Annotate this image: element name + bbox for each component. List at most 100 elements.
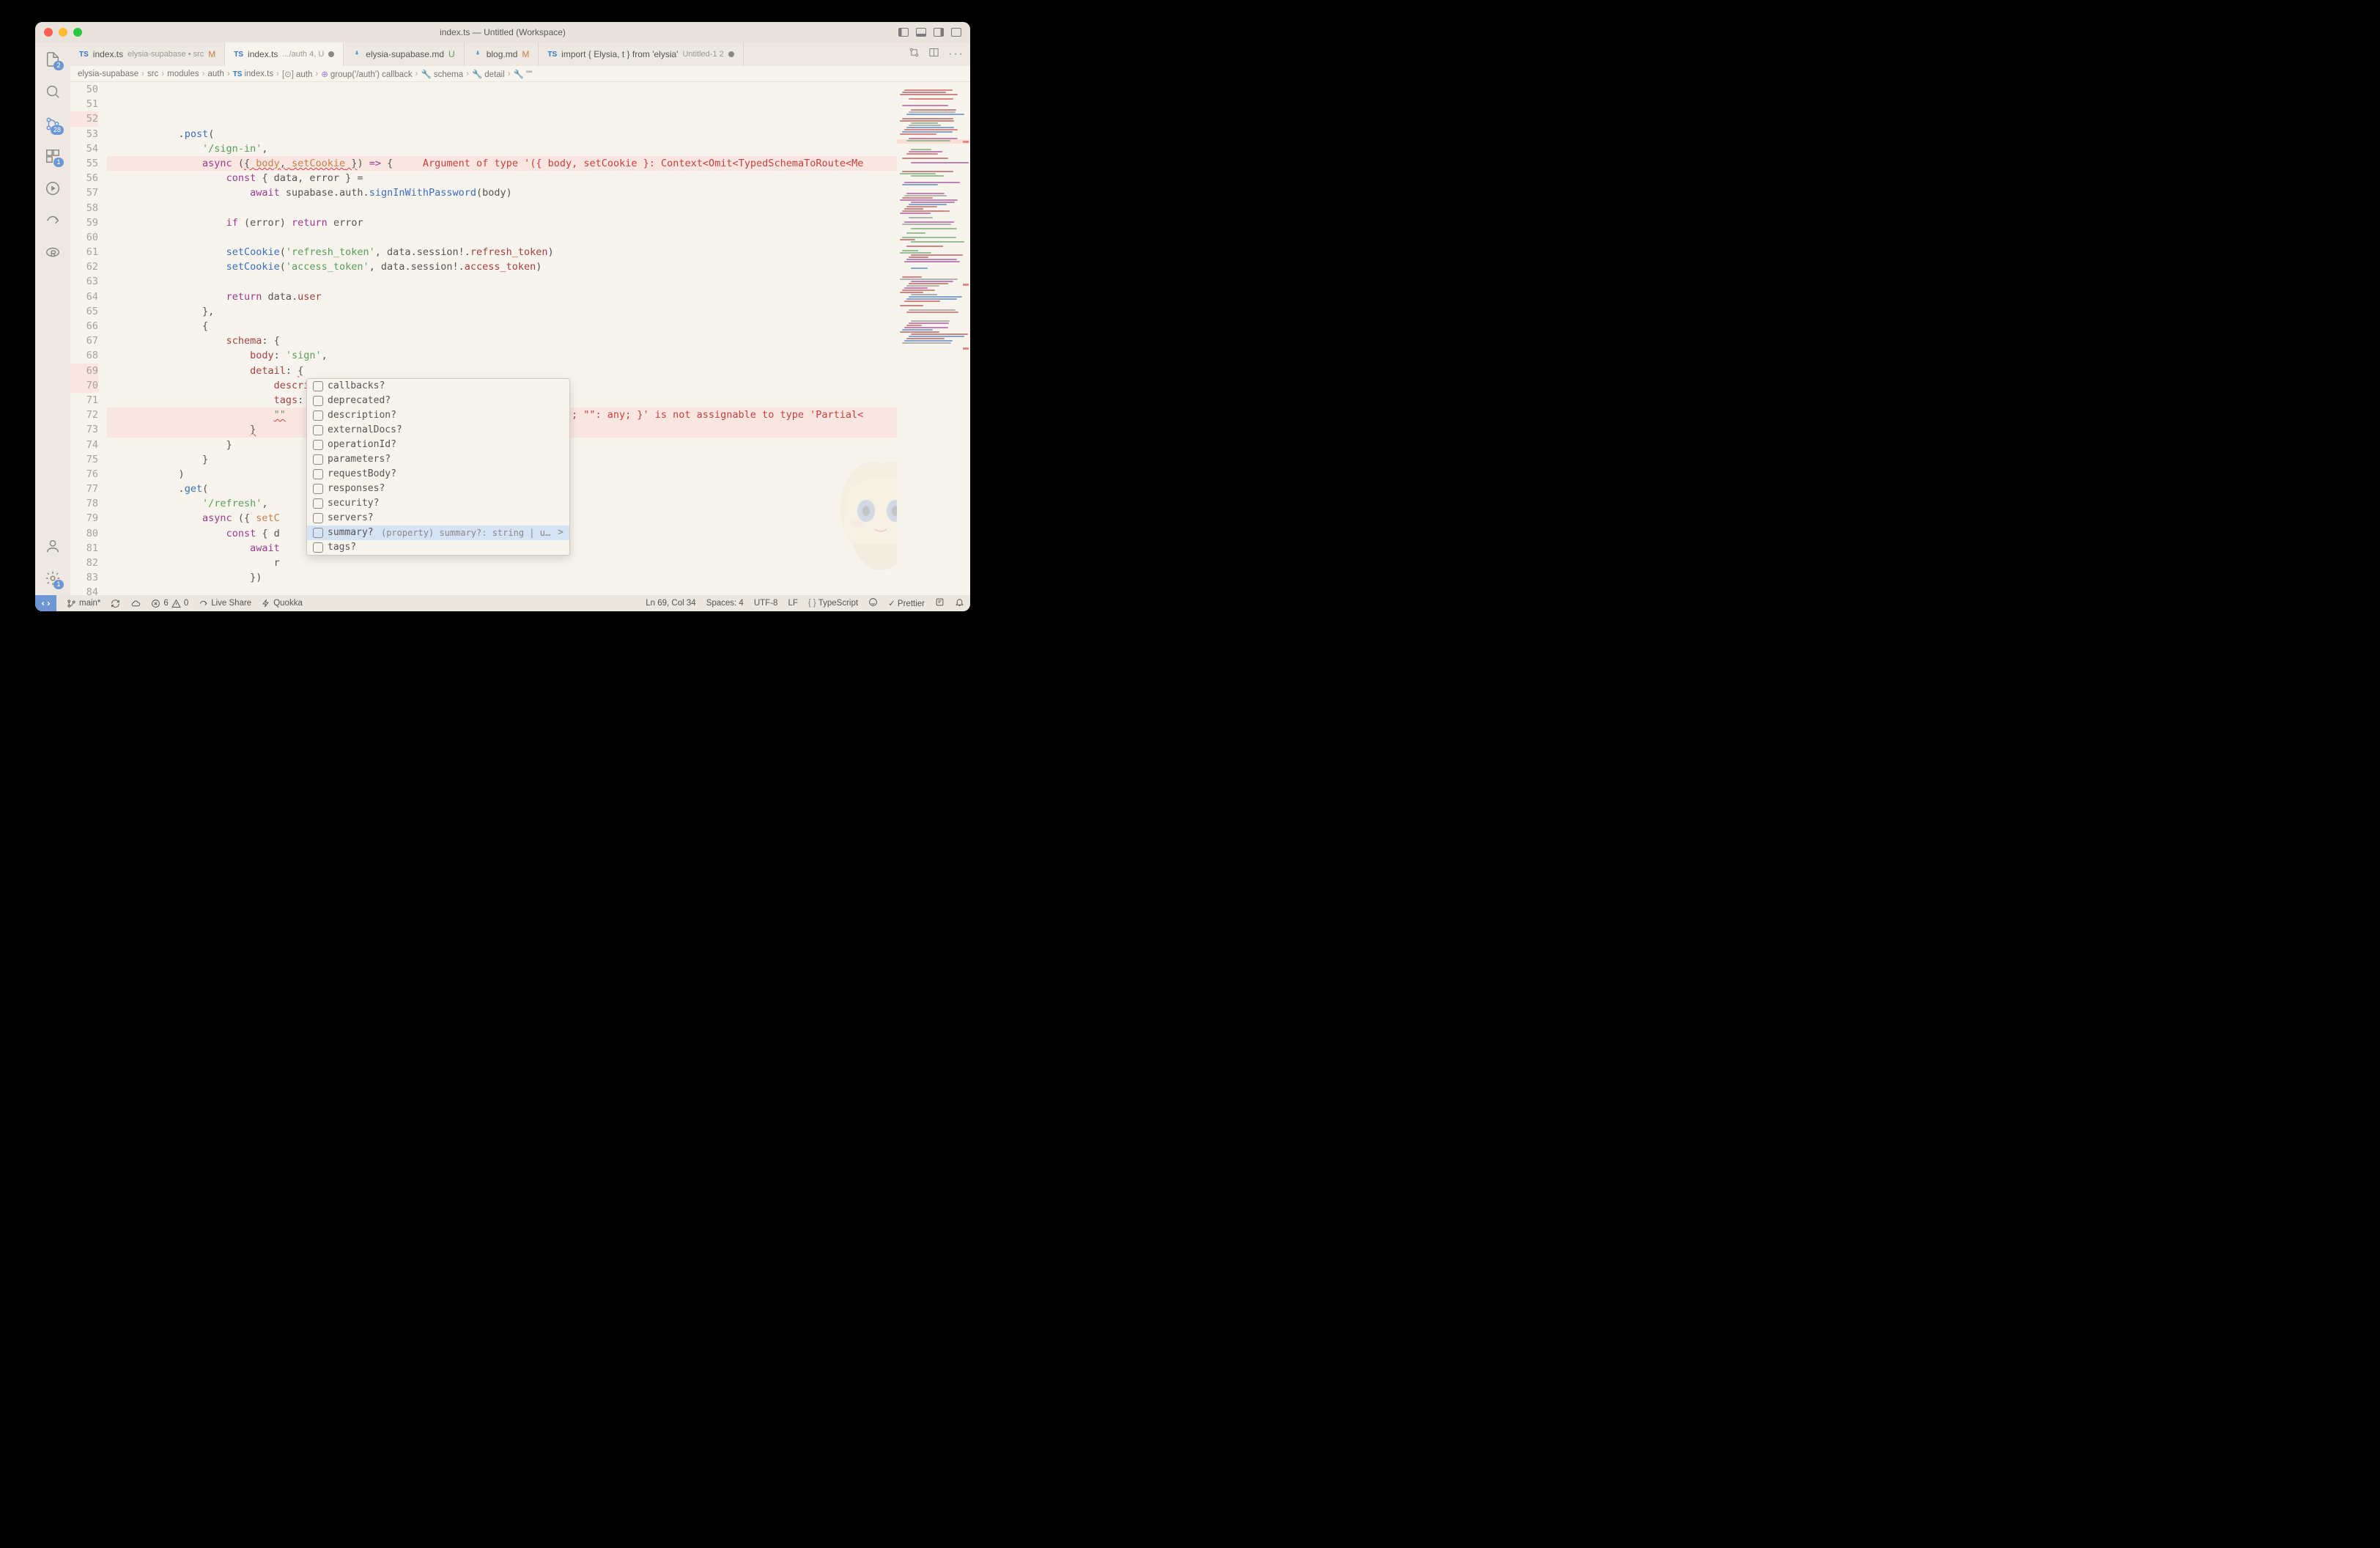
overview-ruler[interactable] [961,82,970,595]
editor-tab[interactable]: TSimport { Elysia, t } from 'elysia'Unti… [539,43,743,66]
language-mode[interactable]: { } TypeScript [808,599,858,608]
markdown-icon [352,49,361,60]
more-actions-icon[interactable]: ··· [948,48,964,61]
close-window-button[interactable] [44,28,53,37]
r-icon[interactable] [43,243,62,262]
extensions-icon[interactable]: 1 [43,147,62,166]
feedback-icon[interactable] [868,597,878,609]
eol[interactable]: LF [788,599,797,608]
breadcrumb-item[interactable]: auth [207,70,223,78]
autocomplete-item[interactable]: requestBody? [307,467,569,482]
autocomplete-item[interactable]: operationId? [307,438,569,452]
autocomplete-item[interactable]: deprecated? [307,394,569,408]
chevron-right-icon[interactable]: > [558,526,563,540]
editor-tab[interactable]: blog.mdM [465,43,539,66]
code-line[interactable]: }, [107,304,897,319]
settings-badge: 1 [53,580,64,589]
explorer-icon[interactable]: 2 [43,50,62,69]
toggle-panel-icon[interactable] [916,28,926,37]
code-line[interactable] [107,274,897,289]
breadcrumbs[interactable]: elysia-supabase›src›modules›auth›TSindex… [70,66,970,82]
toggle-primary-sidebar-icon[interactable] [898,28,909,37]
code-line[interactable]: setCookie('access_token', data.session!.… [107,259,897,274]
source-control-icon[interactable]: 28 [43,114,62,133]
code-line[interactable]: .post( [107,127,897,141]
code-line[interactable]: { [107,319,897,333]
autocomplete-label: operationId? [328,438,396,452]
breadcrumb-item[interactable]: elysia-supabase [78,70,138,78]
code-line[interactable]: async ({ body, setCookie }) => { Argumen… [107,156,897,171]
code-line[interactable]: setCookie('refresh_token', data.session!… [107,245,897,259]
autocomplete-item[interactable]: tags? [307,540,569,555]
run-debug-icon[interactable] [43,179,62,198]
code-line[interactable]: if (error) return error [107,215,897,230]
code-content[interactable]: .post( '/sign-in', async ({ body, setCoo… [107,82,897,595]
code-line[interactable]: await supabase.auth.signInWithPassword(b… [107,185,897,200]
compare-changes-icon[interactable] [909,47,920,62]
code-line[interactable]: r [107,556,897,570]
sync-button[interactable] [111,599,120,608]
remote-indicator[interactable] [35,595,56,611]
breadcrumb-item[interactable]: modules [167,70,199,78]
property-icon [313,484,323,494]
editor[interactable]: 5051525354555657585960616263646566676869… [70,82,970,595]
autocomplete-item[interactable]: parameters? [307,452,569,467]
minimap[interactable] [897,82,970,595]
code-line[interactable] [107,585,897,595]
tab-modified-indicator: U [448,49,455,59]
tab-description: .../auth 4, U [282,50,324,59]
breadcrumb-item[interactable]: [⊙]auth [282,69,312,79]
autocomplete-item[interactable]: description? [307,408,569,423]
code-line[interactable]: return data.user [107,290,897,304]
share-icon[interactable] [43,211,62,230]
encoding[interactable]: UTF-8 [754,599,778,608]
autocomplete-popup[interactable]: callbacks?deprecated?description?externa… [306,378,570,556]
breadcrumb-item[interactable]: 🔧schema [421,69,464,79]
quokka-status[interactable]: Quokka [262,599,303,608]
split-editor-icon[interactable] [928,47,939,62]
breadcrumb-item[interactable]: src [147,70,158,78]
cursor-position[interactable]: Ln 69, Col 34 [646,599,695,608]
account-icon[interactable] [43,537,62,556]
toggle-secondary-sidebar-icon[interactable] [934,28,944,37]
code-line[interactable]: schema: { [107,333,897,348]
autocomplete-item[interactable]: callbacks? [307,379,569,394]
indentation[interactable]: Spaces: 4 [706,599,744,608]
editor-tab[interactable]: TSindex.ts.../auth 4, U [225,43,344,66]
autocomplete-item[interactable]: externalDocs? [307,423,569,438]
property-icon [313,454,323,465]
search-icon[interactable] [43,82,62,101]
maximize-window-button[interactable] [73,28,82,37]
code-line[interactable] [107,230,897,245]
notifications-icon[interactable] [955,597,964,609]
breadcrumb-item[interactable]: ⊕group('/auth') callback [321,69,412,79]
typescript-icon: TS [547,51,557,59]
code-line[interactable]: detail: { [107,364,897,378]
code-line[interactable]: '/sign-in', [107,141,897,156]
autocomplete-item[interactable]: servers? [307,511,569,526]
autocomplete-label: externalDocs? [328,423,402,438]
editor-tab[interactable]: elysia-supabase.mdU [344,43,464,66]
autocomplete-item[interactable]: summary?(property) summary?: string | u…… [307,526,569,540]
live-share[interactable]: Live Share [199,599,251,608]
tab-dirty-indicator [728,51,734,57]
breadcrumb-item[interactable]: 🔧"" [514,69,533,79]
format-icon[interactable] [935,597,945,609]
editor-tab[interactable]: TSindex.tselysia-supabase • srcM [70,43,225,66]
breadcrumb-item[interactable]: 🔧detail [472,69,505,79]
autocomplete-item[interactable]: security? [307,496,569,511]
code-line[interactable]: body: 'sign', [107,348,897,363]
autocomplete-item[interactable]: responses? [307,482,569,496]
minimize-window-button[interactable] [59,28,67,37]
customize-layout-icon[interactable] [951,28,961,37]
code-line[interactable] [107,201,897,215]
breadcrumb-item[interactable]: TSindex.ts [233,70,273,78]
tab-title: blog.md [487,49,518,59]
cloud-button[interactable] [130,599,141,608]
code-line[interactable]: }) [107,570,897,585]
problems-count[interactable]: 6 0 [151,599,188,608]
settings-icon[interactable]: 1 [43,569,62,588]
code-line[interactable]: const { data, error } = [107,171,897,185]
window-title: index.ts — Untitled (Workspace) [440,27,566,37]
prettier-status[interactable]: ✓ Prettier [888,598,925,608]
